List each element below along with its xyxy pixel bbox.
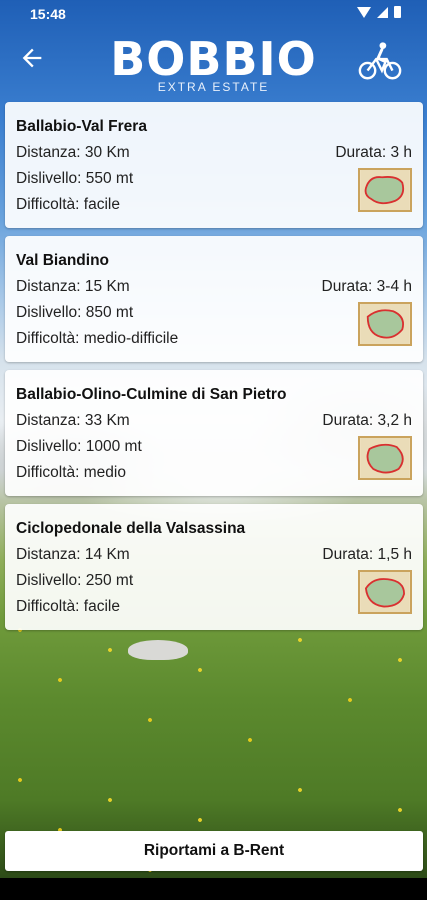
route-distance: Distanza: 15 Km — [16, 278, 130, 295]
route-duration: Durata: 3 h — [335, 144, 412, 161]
route-duration: Durata: 3,2 h — [322, 412, 412, 429]
app-header: BOBBIO EXTRA ESTATE — [0, 28, 427, 100]
route-elevation: Dislivello: 850 mt — [16, 304, 134, 321]
route-map-icon[interactable] — [358, 570, 412, 614]
route-difficulty: Difficoltà: medio-difficile — [16, 330, 179, 347]
battery-icon — [394, 6, 401, 18]
route-card[interactable]: Ciclopedonale della Valsassina Distanza:… — [5, 504, 423, 630]
system-navigation-bar — [0, 878, 427, 900]
route-distance: Distanza: 30 Km — [16, 144, 130, 161]
screen: 15:48 BOBBIO EXTRA ESTATE Ballabio-Val F… — [0, 0, 427, 900]
route-elevation: Dislivello: 250 mt — [16, 572, 134, 589]
return-to-brent-button[interactable]: Riportami a B-Rent — [5, 831, 423, 871]
route-name: Ballabio-Olino-Culmine di San Pietro — [16, 386, 287, 403]
background-rock — [128, 640, 188, 660]
route-difficulty: Difficoltà: facile — [16, 598, 120, 615]
route-card[interactable]: Val Biandino Distanza: 15 Km Durata: 3-4… — [5, 236, 423, 362]
route-map-icon[interactable] — [358, 302, 412, 346]
route-map-icon[interactable] — [358, 436, 412, 480]
route-name: Ballabio-Val Frera — [16, 118, 147, 135]
route-distance: Distanza: 14 Km — [16, 546, 130, 563]
route-card[interactable]: Ballabio-Olino-Culmine di San Pietro Dis… — [5, 370, 423, 496]
status-time: 15:48 — [30, 6, 66, 22]
route-duration: Durata: 1,5 h — [322, 546, 412, 563]
route-elevation: Dislivello: 1000 mt — [16, 438, 142, 455]
route-elevation: Dislivello: 550 mt — [16, 170, 134, 187]
route-difficulty: Difficoltà: medio — [16, 464, 126, 481]
status-bar: 15:48 — [0, 0, 427, 28]
route-distance: Distanza: 33 Km — [16, 412, 130, 429]
route-list: Ballabio-Val Frera Distanza: 30 Km Durat… — [5, 102, 423, 638]
bicycle-icon[interactable] — [357, 38, 403, 84]
wifi-icon — [357, 6, 371, 18]
status-icons — [357, 6, 401, 18]
route-name: Ciclopedonale della Valsassina — [16, 520, 246, 537]
signal-icon — [377, 6, 388, 18]
route-difficulty: Difficoltà: facile — [16, 196, 120, 213]
route-map-icon[interactable] — [358, 168, 412, 212]
route-card[interactable]: Ballabio-Val Frera Distanza: 30 Km Durat… — [5, 102, 423, 228]
route-duration: Durata: 3-4 h — [321, 278, 412, 295]
route-name: Val Biandino — [16, 252, 110, 269]
